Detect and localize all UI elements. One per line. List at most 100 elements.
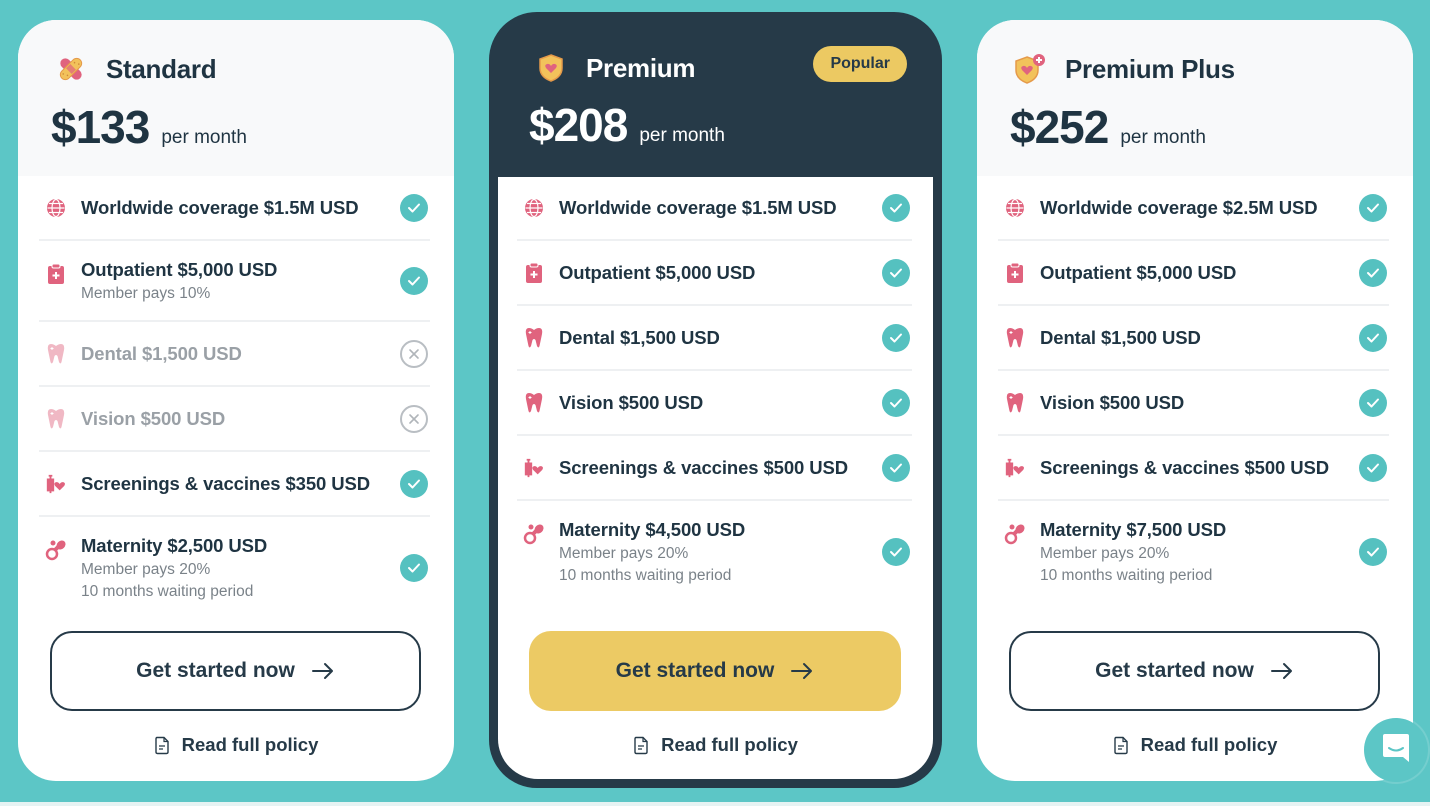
feature-row: Dental $1,500 USD [517,306,912,371]
included-check-icon [1359,193,1387,222]
plan-name: Premium [586,52,696,83]
baby-pacifier-icon [523,523,545,545]
included-check-icon [1359,258,1387,287]
shield-heart-icon [534,51,568,85]
feature-text: Dental $1,500 USD [1040,327,1359,349]
included-check-icon [1359,453,1387,482]
read-policy-link[interactable]: Read full policy [977,734,1413,756]
document-icon [154,736,170,755]
read-policy-label: Read full policy [1140,734,1278,755]
card-header [489,12,942,177]
feature-row: Worldwide coverage $1.5M USD [517,176,912,241]
feature-row: Dental $1,500 USD [39,322,430,387]
feature-row: Outpatient $5,000 USD Member pays 10% [39,241,430,322]
plan-price: $208 [529,99,628,151]
arrow-right-icon [311,662,335,680]
baby-pacifier-icon [1004,523,1026,545]
syringe-heart-icon [1004,457,1026,479]
clipboard-medical-icon [523,262,545,284]
feature-text: Dental $1,500 USD [559,327,882,349]
feature-row: Screenings & vaccines $500 USD [998,436,1389,501]
plan-name: Premium Plus [1065,53,1235,84]
included-check-icon [1359,538,1387,566]
feature-text: Maternity $2,500 USD Member pays 20% 10 mo… [81,535,400,601]
feature-row: Dental $1,500 USD [998,306,1389,371]
get-started-label: Get started now [1095,659,1254,682]
feature-list: Worldwide coverage $2.5M USD Outpatient $… [998,176,1389,603]
feature-title: Maternity $7,500 USD [1040,519,1227,540]
price-period: per month [161,127,247,148]
tooth-icon [523,392,545,414]
included-check-icon [400,554,428,582]
feature-row: Vision $500 USD [517,371,912,436]
feature-title: Outpatient $5,000 USD [1040,261,1237,283]
included-check-icon [882,193,910,222]
price-row: $133 per month [51,100,247,154]
price-row: $208 per month [529,98,725,152]
globe-icon [45,197,67,219]
feature-text: Screenings & vaccines $500 USD [1040,457,1359,479]
get-started-button[interactable]: Get started now [50,631,421,711]
feature-text: Vision $500 USD [81,408,400,430]
price-row: $252 per month [1010,100,1206,154]
feature-title: Vision $500 USD [1040,391,1185,413]
feature-subtext: Member pays 20% [81,561,211,578]
feature-list: Worldwide coverage $1.5M USD Outpatient $… [39,176,430,619]
bottom-strip [0,802,1430,806]
included-check-icon [1359,388,1387,417]
feature-row: Maternity $7,500 USD Member pays 20% 10 mo… [998,501,1389,603]
included-check-icon [882,258,910,287]
document-icon [633,736,649,755]
excluded-cross-icon [400,404,428,433]
feature-title: Dental $1,500 USD [559,326,720,348]
read-policy-link[interactable]: Read full policy [18,734,454,756]
tooth-icon [45,408,67,430]
feature-row: Worldwide coverage $1.5M USD [39,176,430,241]
feature-row: Maternity $4,500 USD Member pays 20% 10 mo… [517,501,912,603]
feature-list: Worldwide coverage $1.5M USD Outpatient $… [517,176,912,603]
feature-title: Screenings & vaccines $500 USD [1040,456,1330,478]
chat-button[interactable] [1364,718,1428,782]
chat-bubble-icon [1381,732,1411,769]
price-period: per month [1120,127,1206,148]
feature-subtext: Member pays 10% [81,284,211,302]
feature-text: Dental $1,500 USD [81,343,400,365]
included-check-icon [1359,323,1387,352]
feature-subtext: 10 months waiting period [81,583,254,600]
tooth-icon [45,343,67,365]
feature-text: Worldwide coverage $1.5M USD [81,197,400,219]
feature-row: Outpatient $5,000 USD [998,241,1389,306]
globe-icon [523,197,545,219]
feature-text: Screenings & vaccines $350 USD [81,473,400,495]
read-policy-label: Read full policy [661,734,798,755]
feature-text: Outpatient $5,000 USD [559,262,882,284]
tooth-icon [1004,392,1026,414]
feature-row: Vision $500 USD [39,387,430,452]
feature-title: Worldwide coverage $1.5M USD [559,196,837,218]
tooth-icon [1004,327,1026,349]
get-started-button[interactable]: Get started now [529,631,901,711]
feature-text: Maternity $4,500 USD Member pays 20% 10 mo… [559,519,882,585]
feature-title: Worldwide coverage $2.5M USD [1040,196,1318,218]
feature-text: Worldwide coverage $2.5M USD [1040,197,1359,219]
feature-text: Vision $500 USD [1040,392,1359,414]
plan-card-plus: Premium Plus $252 per month Worldwide cover… [977,20,1413,781]
feature-title: Vision $500 USD [559,391,704,413]
baby-pacifier-icon [45,539,67,561]
plan-name: Standard [106,53,217,84]
plan-price: $252 [1010,101,1109,153]
plan-title-row: Premium [534,51,695,85]
feature-title: Dental $1,500 USD [81,342,242,364]
get-started-button[interactable]: Get started now [1009,631,1380,711]
read-policy-label: Read full policy [181,734,319,755]
feature-row: Worldwide coverage $2.5M USD [998,176,1389,241]
included-check-icon [400,266,428,295]
included-check-icon [400,469,428,498]
read-policy-link[interactable]: Read full policy [489,734,942,756]
feature-text: Screenings & vaccines $500 USD [559,457,882,479]
feature-text: Maternity $7,500 USD Member pays 20% 10 mo… [1040,519,1359,585]
clipboard-medical-icon [1004,262,1026,284]
feature-title: Dental $1,500 USD [1040,326,1201,348]
feature-subtext: Member pays 20% [559,545,689,562]
feature-subtext: Member pays 20% [1040,545,1170,562]
